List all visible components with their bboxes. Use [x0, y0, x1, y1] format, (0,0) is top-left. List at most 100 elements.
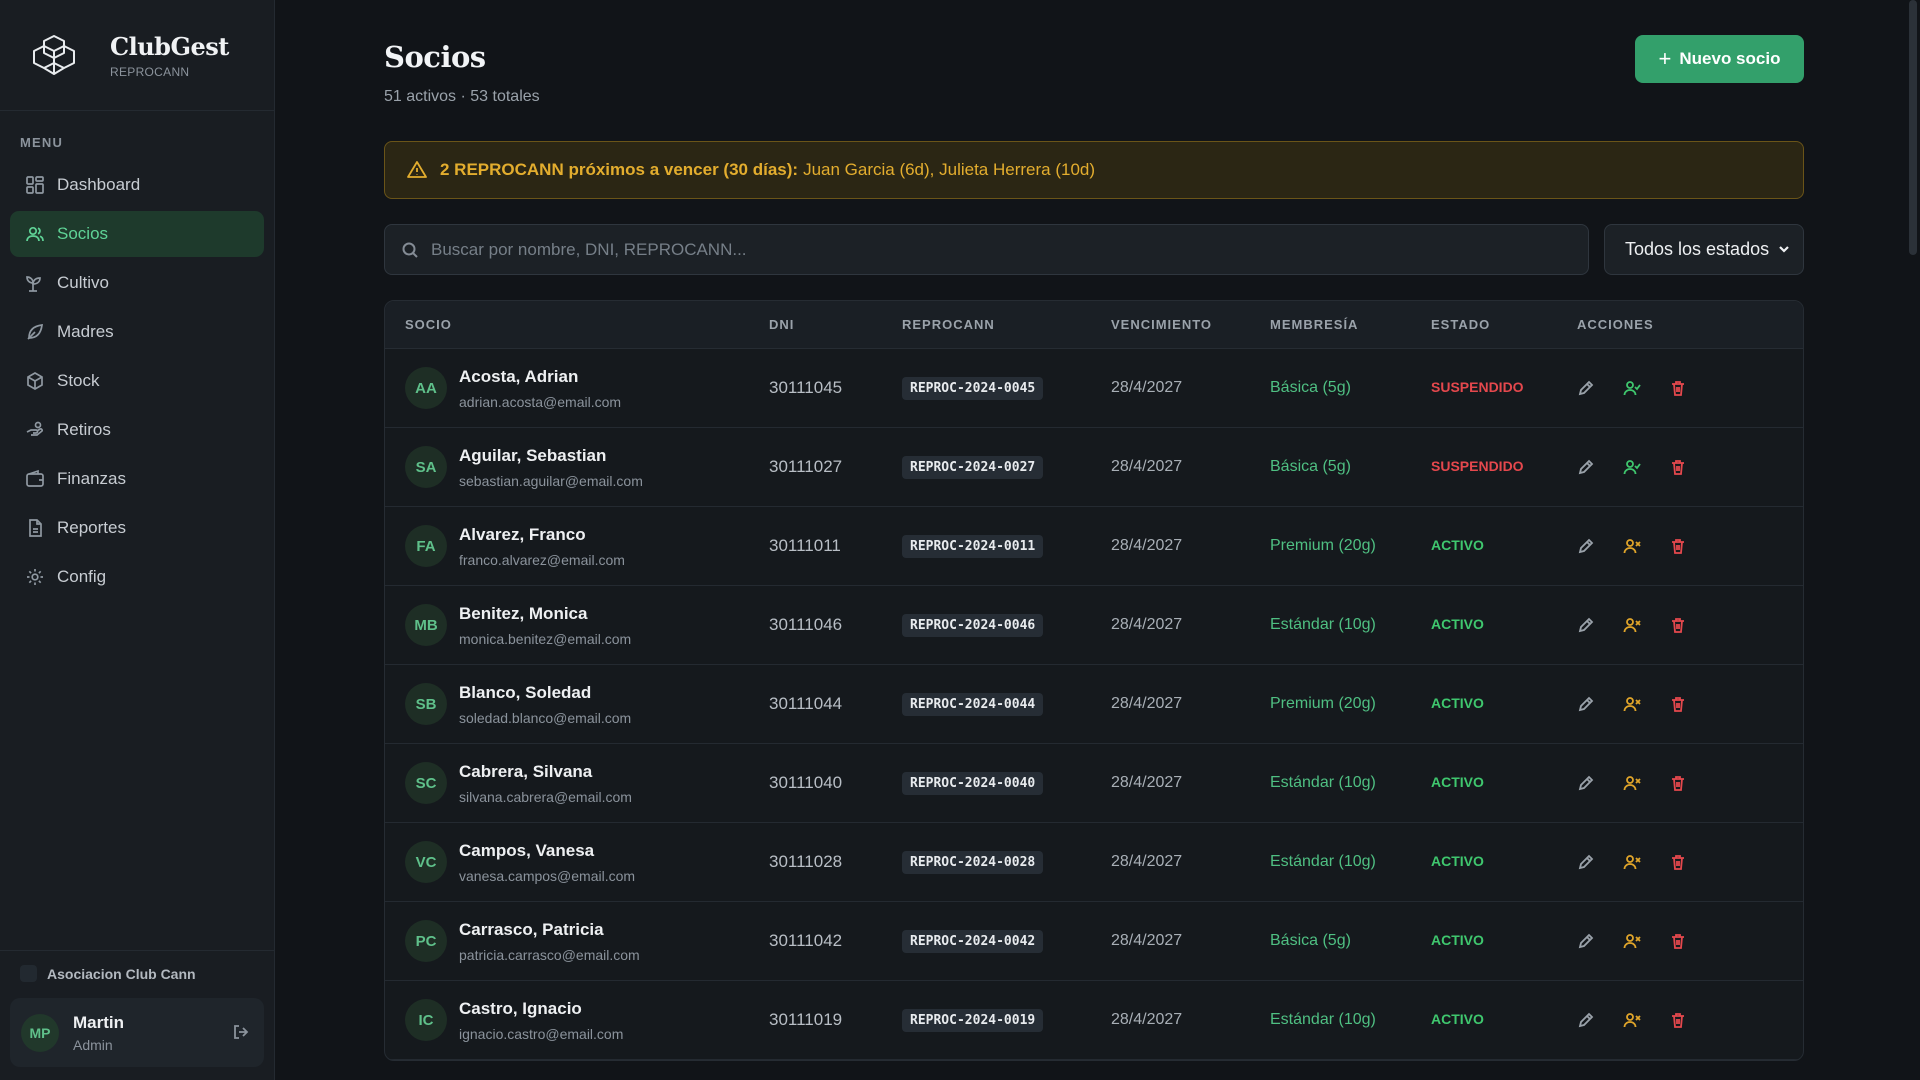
- status-badge: ACTIVO: [1431, 1011, 1484, 1027]
- sidebar-item-cultivo[interactable]: Cultivo: [10, 260, 264, 306]
- user-x-icon[interactable]: [1623, 932, 1641, 950]
- member-name[interactable]: Acosta, Adrian: [459, 367, 621, 387]
- logo-icon: [33, 35, 75, 75]
- expiry-date: 28/4/2027: [1111, 932, 1183, 949]
- page-subtitle: 51 activos · 53 totales: [384, 88, 540, 105]
- trash-icon[interactable]: [1669, 695, 1687, 713]
- edit-icon[interactable]: [1577, 537, 1595, 555]
- sidebar-item-madres[interactable]: Madres: [10, 309, 264, 355]
- user-check-icon[interactable]: [1623, 379, 1641, 397]
- search-input[interactable]: Buscar por nombre, DNI, REPROCANN...: [384, 224, 1589, 275]
- table-row[interactable]: AA Acosta, Adrian adrian.acosta@email.co…: [385, 349, 1803, 428]
- member-name[interactable]: Carrasco, Patricia: [459, 920, 640, 940]
- member-name[interactable]: Cabrera, Silvana: [459, 762, 632, 782]
- scrollbar[interactable]: [1906, 0, 1920, 1080]
- table-row[interactable]: IC Castro, Ignacio ignacio.castro@email.…: [385, 981, 1803, 1060]
- trash-icon[interactable]: [1669, 1011, 1687, 1029]
- trash-icon[interactable]: [1669, 616, 1687, 634]
- user-card[interactable]: MP Martin Admin: [10, 998, 264, 1067]
- sidebar-item-label: Stock: [57, 371, 100, 390]
- status-badge: SUSPENDIDO: [1431, 379, 1524, 395]
- edit-icon[interactable]: [1577, 616, 1595, 634]
- trash-icon[interactable]: [1669, 379, 1687, 397]
- table-row[interactable]: SB Blanco, Soledad soledad.blanco@email.…: [385, 665, 1803, 744]
- member-dni: 30111042: [769, 931, 843, 950]
- trash-icon[interactable]: [1669, 774, 1687, 792]
- sidebar-item-label: Dashboard: [57, 175, 141, 194]
- reprocann-code: REPROC-2024-0045: [902, 376, 1044, 400]
- brand-subtitle: REPROCANN: [110, 64, 190, 79]
- brand-name: ClubGest: [110, 31, 229, 61]
- trash-icon[interactable]: [1669, 932, 1687, 950]
- membership: Estándar (10g): [1270, 1011, 1376, 1028]
- sidebar-item-label: Finanzas: [57, 469, 126, 488]
- member-avatar: FA: [405, 525, 447, 567]
- trash-icon[interactable]: [1669, 537, 1687, 555]
- member-name[interactable]: Aguilar, Sebastian: [459, 446, 643, 466]
- sidebar-item-label: Socios: [57, 224, 109, 243]
- user-x-icon[interactable]: [1623, 1011, 1641, 1029]
- edit-icon[interactable]: [1577, 695, 1595, 713]
- member-name[interactable]: Benitez, Monica: [459, 604, 631, 624]
- edit-icon[interactable]: [1577, 774, 1595, 792]
- table-row[interactable]: SA Aguilar, Sebastian sebastian.aguilar@…: [385, 428, 1803, 507]
- table-header: SOCIO DNI REPROCANN VENCIMIENTO MEMBRESÍ…: [385, 301, 1803, 349]
- member-email: soledad.blanco@email.com: [459, 709, 632, 726]
- user-x-icon[interactable]: [1623, 853, 1641, 871]
- column-header-estado[interactable]: ESTADO: [1431, 317, 1577, 332]
- sidebar-item-finanzas[interactable]: Finanzas: [10, 456, 264, 502]
- table-row[interactable]: PC Carrasco, Patricia patricia.carrasco@…: [385, 902, 1803, 981]
- member-dni: 30111040: [769, 773, 843, 792]
- table-row[interactable]: MB Benitez, Monica monica.benitez@email.…: [385, 586, 1803, 665]
- table-row[interactable]: VC Campos, Vanesa vanesa.campos@email.co…: [385, 823, 1803, 902]
- user-check-icon[interactable]: [1623, 458, 1641, 476]
- trash-icon[interactable]: [1669, 853, 1687, 871]
- logout-icon[interactable]: [232, 1023, 250, 1041]
- member-name[interactable]: Blanco, Soledad: [459, 683, 631, 703]
- user-x-icon[interactable]: [1623, 774, 1641, 792]
- sidebar-item-retiros[interactable]: Retiros: [10, 407, 264, 453]
- column-header-membresia[interactable]: MEMBRESÍA: [1270, 317, 1431, 332]
- table-row[interactable]: SC Cabrera, Silvana silvana.cabrera@emai…: [385, 744, 1803, 823]
- page-title: Socios: [384, 40, 486, 74]
- member-email: adrian.acosta@email.com: [459, 393, 622, 410]
- scrollbar-thumb[interactable]: [1909, 0, 1917, 255]
- trash-icon[interactable]: [1669, 458, 1687, 476]
- alert-text: Juan Garcia (6d), Julieta Herrera (10d): [803, 160, 1096, 179]
- member-dni: 30111046: [769, 615, 843, 634]
- sidebar-item-stock[interactable]: Stock: [10, 358, 264, 404]
- membership: Básica (5g): [1270, 458, 1351, 475]
- column-header-vencimiento[interactable]: VENCIMIENTO: [1111, 317, 1270, 332]
- warning-icon: [407, 161, 427, 178]
- brand[interactable]: ClubGest REPROCANN: [0, 0, 274, 111]
- member-dni: 30111045: [769, 378, 843, 397]
- column-header-acciones: ACCIONES: [1577, 317, 1654, 332]
- sidebar-item-reportes[interactable]: Reportes: [10, 505, 264, 551]
- user-x-icon[interactable]: [1623, 616, 1641, 634]
- search-icon: [402, 242, 418, 258]
- status-filter-select[interactable]: Todos los estados: [1604, 224, 1804, 275]
- search-placeholder: Buscar por nombre, DNI, REPROCANN...: [431, 239, 747, 259]
- member-name[interactable]: Campos, Vanesa: [459, 841, 635, 861]
- user-x-icon[interactable]: [1623, 695, 1641, 713]
- column-header-reprocann[interactable]: REPROCANN: [902, 317, 1111, 332]
- membership: Estándar (10g): [1270, 853, 1376, 870]
- sidebar-item-config[interactable]: Config: [10, 554, 264, 600]
- edit-icon[interactable]: [1577, 458, 1595, 476]
- member-name[interactable]: Castro, Ignacio: [459, 999, 623, 1019]
- table-row[interactable]: FA Alvarez, Franco franco.alvarez@email.…: [385, 507, 1803, 586]
- edit-icon[interactable]: [1577, 379, 1595, 397]
- organization-name: Asociacion Club Cann: [47, 965, 196, 982]
- sidebar-item-dashboard[interactable]: Dashboard: [10, 162, 264, 208]
- edit-icon[interactable]: [1577, 853, 1595, 871]
- edit-icon[interactable]: [1577, 1011, 1595, 1029]
- column-header-socio[interactable]: SOCIO: [385, 317, 769, 332]
- member-name[interactable]: Alvarez, Franco: [459, 525, 625, 545]
- member-avatar: MB: [405, 604, 447, 646]
- sidebar-item-socios[interactable]: Socios: [10, 211, 264, 257]
- edit-icon[interactable]: [1577, 932, 1595, 950]
- user-x-icon[interactable]: [1623, 537, 1641, 555]
- new-member-button[interactable]: + Nuevo socio: [1635, 35, 1804, 83]
- column-header-dni[interactable]: DNI: [769, 317, 902, 332]
- member-email: monica.benitez@email.com: [459, 630, 632, 647]
